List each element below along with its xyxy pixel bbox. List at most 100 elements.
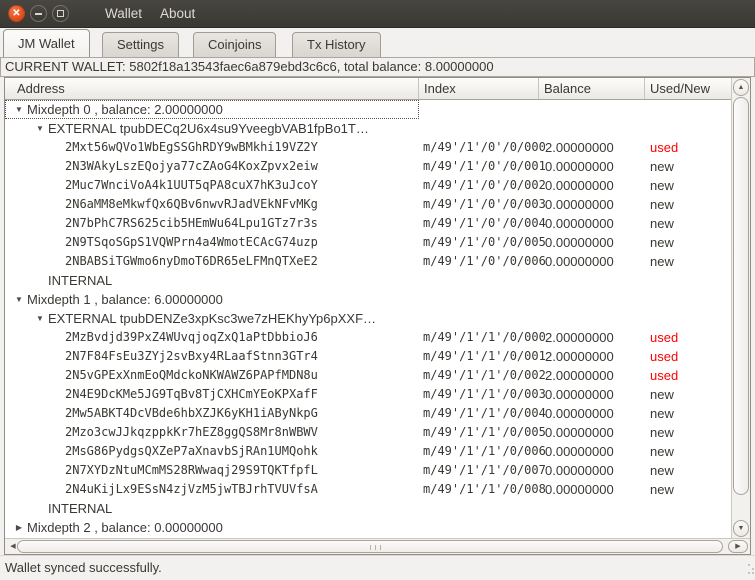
balance-cell: 0.00000000 [545,425,614,440]
tab-tx-history[interactable]: Tx History [292,32,381,57]
tab-settings[interactable]: Settings [102,32,179,57]
expander-open-icon[interactable]: ▼ [32,309,48,328]
tree-row[interactable]: 2Mxt56wQVo1WbEgSSGhRDY9wBMkhi19VZ2Y m/49'… [5,138,731,157]
tree-header: Address Index Balance Used/New [5,78,731,100]
maximize-icon[interactable] [52,5,69,22]
balance-cell: 0.00000000 [545,235,614,250]
scroll-up-icon[interactable]: ▲ [733,79,749,96]
row-label: 2N3WAkyLszEQojya77cZAoG4KoxZpvx2eiw [65,159,318,173]
index-cell [419,100,539,119]
window-controls: ✕ [8,5,69,22]
expander-open-icon[interactable]: ▼ [11,290,27,309]
balance-cell [539,499,645,518]
index-cell: m/49'/1'/0'/0/002 [423,178,546,192]
horizontal-scrollbar[interactable]: ◀ ▶ [5,538,750,554]
balance-cell [539,100,645,119]
horizontal-scrollbar-thumb[interactable] [17,540,723,553]
tree-row[interactable]: 2N7XYDzNtuMCmMS28RWwaqj29S9TQKTfpfL m/49'… [5,461,731,480]
row-label: 2Mw5ABKT4DcVBde6hbXZJK6yKH1iAByNkpG [65,406,318,420]
address-cell: 2N4E9DcKMe5JG9TqBv8TjCXHCmYEoKPXafF [5,385,419,404]
expander-open-icon[interactable]: ▼ [32,119,48,138]
tree-row[interactable]: ▼ Mixdepth 0 , balance: 2.00000000 [5,100,731,119]
tree-row[interactable]: 2N9TSqoSGpS1VQWPrn4a4WmotECAcG74uzp m/49'… [5,233,731,252]
vertical-scrollbar[interactable]: ▲ ▼ [731,78,750,538]
tree-row[interactable]: 2MzBvdjd39PxZ4WUvqjoqZxQ1aPtDbbioJ6 m/49'… [5,328,731,347]
tab-bar: JM Wallet Settings Coinjoins Tx History [0,28,755,57]
used-new-cell: used [650,140,679,155]
index-cell: m/49'/1'/1'/0/003 [423,387,546,401]
balance-cell: 2.00000000 [545,349,614,364]
tab-jm-wallet[interactable]: JM Wallet [3,29,90,57]
balance-cell: 0.00000000 [545,159,614,174]
expander-open-icon[interactable]: ▼ [11,100,27,119]
index-cell: m/49'/1'/1'/0/007 [423,463,546,477]
address-cell: 2NBABSiTGWmo6nyDmoT6DR65eLFMnQTXeE2 [5,252,419,271]
used-new-cell: new [650,463,674,478]
index-cell [419,290,539,309]
used-new-cell: new [650,197,674,212]
address-cell: 2N6aMM8eMkwfQx6QBv6nwvRJadVEkNFvMKg [5,195,419,214]
used-new-cell [645,100,731,119]
tree-row[interactable]: ▶ Mixdepth 2 , balance: 0.00000000 [5,518,731,537]
tab-coinjoins[interactable]: Coinjoins [193,32,277,57]
used-new-cell: used [650,368,679,383]
row-label: Mixdepth 2 , balance: 0.00000000 [27,520,223,535]
tree-row[interactable]: 2N6aMM8eMkwfQx6QBv6nwvRJadVEkNFvMKg m/49'… [5,195,731,214]
tree-row[interactable]: 2N4uKijLx9ESsN4zjVzM5jwTBJrhTVUVfsA m/49'… [5,480,731,499]
index-cell [419,518,539,537]
balance-cell: 0.00000000 [545,387,614,402]
status-bar: Wallet synced successfully. [0,555,755,580]
row-label: 2N4uKijLx9ESsN4zjVzM5jwTBJrhTVUVfsA [65,482,318,496]
address-cell: 2N7XYDzNtuMCmMS28RWwaqj29S9TQKTfpfL [5,461,419,480]
tree-row[interactable]: 2N4E9DcKMe5JG9TqBv8TjCXHCmYEoKPXafF m/49'… [5,385,731,404]
resize-grip[interactable] [748,564,750,566]
index-cell [419,271,539,290]
scroll-right-icon[interactable]: ▶ [728,540,748,553]
address-cell: 2N4uKijLx9ESsN4zjVzM5jwTBJrhTVUVfsA [5,480,419,499]
tree-row[interactable]: 2N5vGPExXnmEoQMdckoNKWAWZ6PAPfMDN8u m/49'… [5,366,731,385]
tree-row[interactable]: ▼ EXTERNAL tpubDENZe3xpKsc3we7zHEKhyYp6pX… [5,309,731,328]
row-label: 2Mzo3cwJJkqzppkKr7hEZ8ggQS8Mr8nWBWV [65,425,318,439]
address-cell: ▼ Mixdepth 1 , balance: 6.00000000 [5,290,419,309]
tree-row[interactable]: INTERNAL [5,499,731,518]
close-icon[interactable]: ✕ [8,5,25,22]
minimize-icon[interactable] [30,5,47,22]
column-header-address[interactable]: Address [5,78,419,99]
menu-wallet[interactable]: Wallet [105,6,142,21]
tree-row[interactable]: ▼ Mixdepth 1 , balance: 6.00000000 [5,290,731,309]
menu-bar: Wallet About [105,6,195,21]
expander-closed-icon[interactable]: ▶ [11,518,27,537]
vertical-scrollbar-thumb[interactable] [733,97,749,495]
tree-row[interactable]: 2Muc7WnciVoA4k1UUT5qPA8cuX7hK3uJcoY m/49'… [5,176,731,195]
address-cell: 2Mw5ABKT4DcVBde6hbXZJK6yKH1iAByNkpG [5,404,419,423]
balance-cell [539,518,645,537]
tree-row[interactable]: 2N7bPhC7RS625cib5HEmWu64Lpu1GTz7r3s m/49'… [5,214,731,233]
index-cell: m/49'/1'/1'/0/000 [423,330,546,344]
balance-cell [539,119,645,138]
tree-row[interactable]: 2N3WAkyLszEQojya77cZAoG4KoxZpvx2eiw m/49'… [5,157,731,176]
balance-cell: 0.00000000 [545,444,614,459]
balance-cell: 0.00000000 [545,178,614,193]
tree-row[interactable]: 2Mzo3cwJJkqzppkKr7hEZ8ggQS8Mr8nWBWV m/49'… [5,423,731,442]
index-cell: m/49'/1'/0'/0/005 [423,235,546,249]
menu-about[interactable]: About [160,6,195,21]
tree-row[interactable]: 2MsG86PydgsQXZeP7aXnavbSjRAn1UMQohk m/49'… [5,442,731,461]
column-header-index[interactable]: Index [419,78,539,99]
wallet-tree: Address Index Balance Used/New ▼ Mixdepth 0 … [4,77,751,555]
row-label: INTERNAL [48,273,113,288]
column-header-balance[interactable]: Balance [539,78,645,99]
tree-row[interactable]: INTERNAL [5,271,731,290]
scroll-down-icon[interactable]: ▼ [733,520,749,537]
address-cell: 2N3WAkyLszEQojya77cZAoG4KoxZpvx2eiw [5,157,419,176]
column-header-used-new[interactable]: Used/New [645,78,731,99]
index-cell: m/49'/1'/1'/0/006 [423,444,546,458]
address-cell: 2MsG86PydgsQXZeP7aXnavbSjRAn1UMQohk [5,442,419,461]
tree-row[interactable]: 2NBABSiTGWmo6nyDmoT6DR65eLFMnQTXeE2 m/49'… [5,252,731,271]
index-cell [419,499,539,518]
tree-row[interactable]: 2Mw5ABKT4DcVBde6hbXZJK6yKH1iAByNkpG m/49'… [5,404,731,423]
tree-row[interactable]: 2N7F84FsEu3ZYj2svBxy4RLaafStnn3GTr4 m/49'… [5,347,731,366]
balance-cell: 0.00000000 [545,197,614,212]
used-new-cell: new [650,159,674,174]
tree-viewport: ▼ Mixdepth 0 , balance: 2.00000000 ▼ EXTERN… [5,100,731,538]
tree-row[interactable]: ▼ EXTERNAL tpubDECq2U6x4su9YveegbVAB1fpBo… [5,119,731,138]
